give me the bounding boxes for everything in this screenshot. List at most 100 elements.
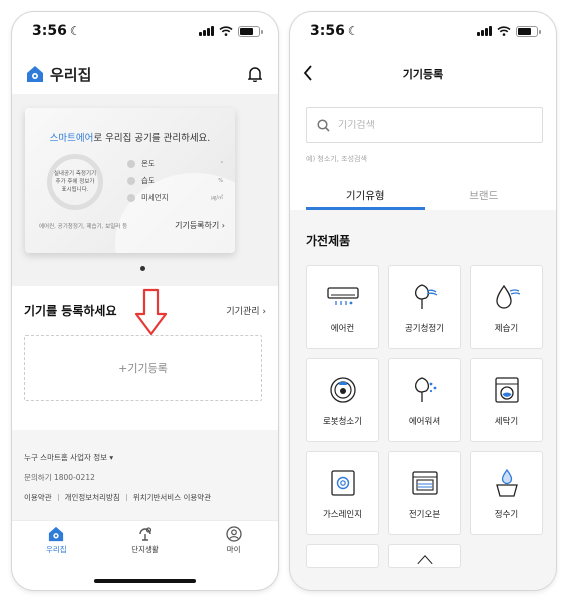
metric-label: 온도: [141, 159, 155, 168]
register-device-link[interactable]: 기기등록하기 ›: [175, 220, 225, 231]
face-icon: [127, 176, 135, 185]
tab-label: 우리집: [45, 545, 67, 554]
tab-brand[interactable]: 브랜드: [425, 184, 544, 210]
divider: [57, 494, 59, 501]
back-icon[interactable]: [302, 64, 314, 82]
banner-headline: 스마트에어로 우리집 공기를 관리하세요.: [25, 130, 235, 144]
face-icon: [127, 193, 135, 202]
status-icons: [477, 25, 541, 37]
banner-brand: 스마트에어: [49, 133, 94, 144]
appliance-section: 가전제품 에어컨 공기청정기 제습기 로봇청소기 에어워셔 세탁기 가스레인지 …: [290, 210, 556, 590]
device-name: 정수기: [494, 510, 519, 520]
privacy-link[interactable]: 개인정보처리방침: [65, 492, 120, 503]
device-manage-link[interactable]: 기기관리 ›: [226, 304, 266, 317]
status-bar: 3:56 ☾: [290, 12, 556, 50]
tab-label: 마이: [226, 545, 241, 554]
device-card-air-purifier[interactable]: 공기청정기: [388, 265, 461, 349]
divider: [125, 494, 127, 501]
tab-device-type[interactable]: 기기유형: [306, 184, 425, 210]
tab-my[interactable]: 마이: [189, 521, 278, 568]
air-metrics: 온도 ° 습도% 미세먼지 ㎍/㎥: [127, 156, 223, 207]
device-name: 로봇청소기: [322, 417, 363, 427]
tab-community[interactable]: 단지생활: [101, 521, 190, 568]
device-name: 가스레인지: [322, 510, 363, 520]
page-title: 우리집: [50, 65, 92, 84]
tab-home[interactable]: 우리집: [12, 521, 101, 568]
metric-label: 미세먼지: [141, 193, 169, 202]
status-time: 3:56: [32, 23, 67, 39]
metric-temperature: 온도 °: [127, 156, 223, 171]
device-card-robot-vacuum[interactable]: 로봇청소기: [306, 358, 379, 442]
bottom-tab-bar: 우리집 단지생활 마이: [12, 520, 278, 568]
device-card-air-conditioner[interactable]: 에어컨: [306, 265, 379, 349]
battery-icon: [516, 25, 541, 37]
air-washer-icon: [414, 377, 436, 402]
air-conditioner-icon: [326, 287, 359, 305]
device-name: 전기오븐: [408, 510, 441, 520]
register-tabs: 기기유형 브랜드: [306, 184, 543, 210]
location-terms-link[interactable]: 위치기반서비스 이용약관: [133, 492, 211, 503]
add-device-button[interactable]: +기기등록: [24, 335, 262, 401]
device-card-water-purifier[interactable]: 정수기: [470, 451, 543, 535]
metric-humidity: 습도%: [127, 173, 223, 188]
business-info-toggle[interactable]: 누구 스마트홈 사업자 정보 ▾: [24, 452, 266, 463]
air-banner-card[interactable]: 스마트에어로 우리집 공기를 관리하세요. 실내공기 측정기기 추가 후에 정보…: [25, 108, 235, 253]
contact-phone[interactable]: 문의하기 1800-0212: [24, 472, 266, 483]
search-icon: [317, 118, 330, 132]
range-hood-icon: [416, 555, 433, 565]
device-name: 공기청정기: [404, 324, 445, 334]
dehumidifier-icon: [495, 284, 520, 309]
devices-heading: 기기를 등록하세요: [24, 304, 117, 318]
status-icons: [199, 25, 263, 37]
home-indicator: [94, 579, 196, 583]
electric-oven-icon: [411, 471, 438, 495]
bell-icon[interactable]: [248, 66, 262, 82]
device-card-partial[interactable]: [388, 544, 461, 568]
footer-links: 이용약관 개인정보처리방침 위치기반서비스 이용약관: [24, 492, 266, 503]
devices-section-header: 기기를 등록하세요 기기관리 ›: [24, 302, 266, 319]
device-name: 세탁기: [494, 417, 519, 427]
signal-icon: [477, 26, 492, 36]
carousel-dot[interactable]: [140, 266, 145, 271]
device-card-dehumidifier[interactable]: 제습기: [470, 265, 543, 349]
page-title: 기기등록: [402, 68, 444, 81]
search-hint: 예) 청소기, 조성검색: [306, 155, 367, 163]
banner-footer: 에어컨, 공기청정기, 제습기, 보일러 등 기기등록하기 ›: [39, 220, 225, 231]
metric-unit: °: [220, 160, 224, 167]
home-screen: 3:56 ☾ 우리집 스마트에어로 우리집 공기를 관리하세요. 실내공기 측정…: [12, 12, 278, 590]
device-card-air-washer[interactable]: 에어워셔: [388, 358, 461, 442]
banner-headline-text: 로 우리집 공기를 관리하세요.: [93, 133, 211, 144]
home-logo-icon: [27, 66, 43, 82]
washing-machine-icon: [494, 377, 519, 403]
device-card-washing-machine[interactable]: 세탁기: [470, 358, 543, 442]
face-icon: [127, 159, 135, 168]
signal-icon: [199, 26, 214, 36]
moon-icon: ☾: [69, 24, 81, 38]
appliance-grid: 에어컨 공기청정기 제습기 로봇청소기 에어워셔 세탁기 가스레인지 전기오븐 …: [306, 265, 543, 568]
device-card-electric-oven[interactable]: 전기오븐: [388, 451, 461, 535]
supported-devices-text: 에어컨, 공기청정기, 제습기, 보일러 등: [39, 223, 128, 230]
device-card-gas-range[interactable]: 가스레인지: [306, 451, 379, 535]
home-icon: [49, 526, 64, 542]
device-card-partial[interactable]: [306, 544, 379, 568]
air-purifier-icon: [414, 284, 437, 309]
ring-message: 실내공기 측정기기 추가 후에 정보가 표시됩니다.: [53, 171, 97, 193]
search-input[interactable]: [338, 119, 518, 131]
metric-label: 습도: [141, 176, 155, 185]
device-name: 에어워셔: [408, 417, 441, 427]
community-icon: [139, 527, 152, 541]
battery-icon: [238, 25, 263, 37]
robot-vacuum-icon: [329, 377, 356, 403]
device-name: 에어컨: [330, 324, 355, 334]
water-purifier-icon: [495, 468, 518, 497]
metric-unit: %: [218, 177, 223, 184]
gas-range-icon: [330, 470, 355, 496]
metric-fine-dust: 미세먼지 ㎍/㎥: [127, 190, 223, 205]
terms-link[interactable]: 이용약관: [24, 492, 52, 503]
company-footer: 누구 스마트홈 사업자 정보 ▾ 문의하기 1800-0212 이용약관 개인정…: [12, 430, 278, 520]
device-search-box[interactable]: [306, 107, 543, 143]
screenshot-canvas: 3:56 ☾ 우리집 스마트에어로 우리집 공기를 관리하세요. 실내공기 측정…: [0, 0, 569, 600]
tab-label: 단지생활: [131, 545, 159, 554]
wifi-icon: [219, 26, 233, 36]
section-title: 가전제품: [306, 234, 351, 248]
